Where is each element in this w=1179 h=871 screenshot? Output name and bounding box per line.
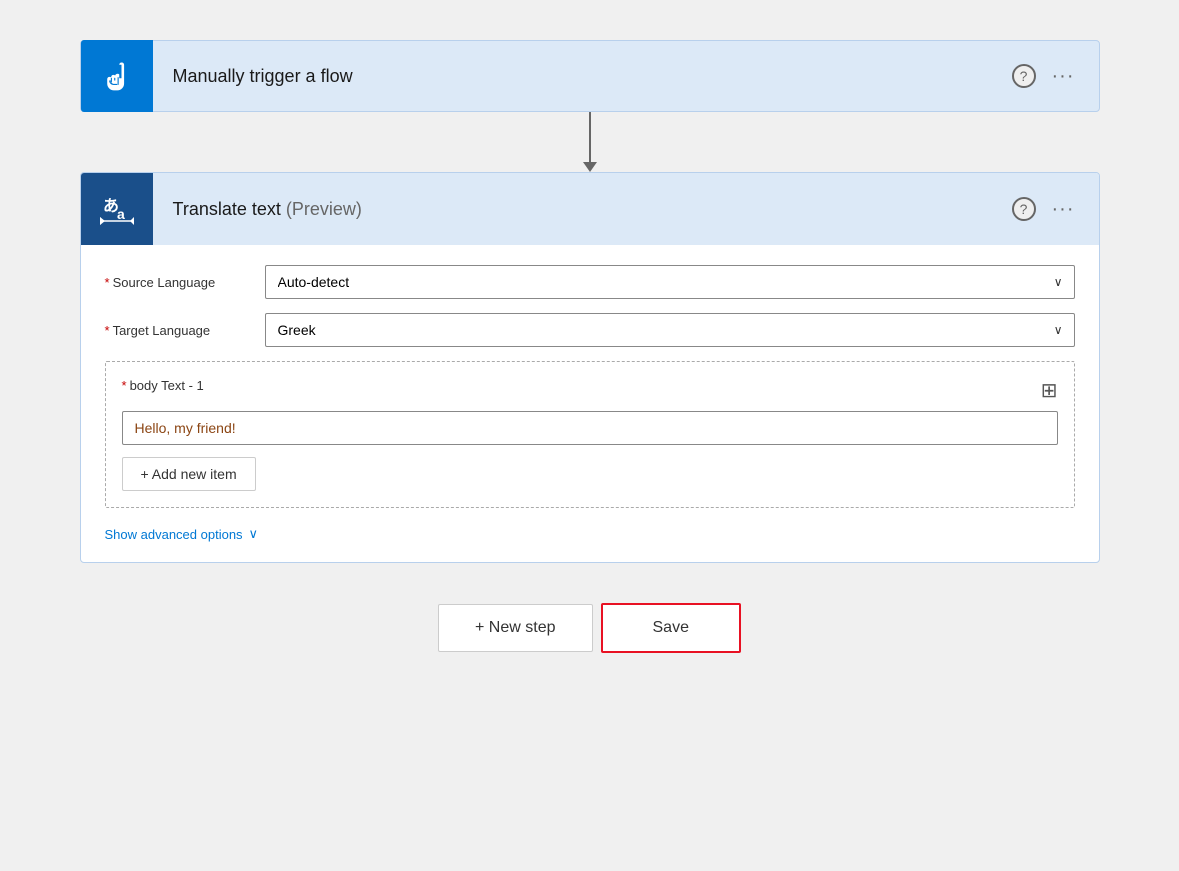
trigger-title: Manually trigger a flow (153, 66, 1012, 87)
translate-help-icon: ? (1020, 201, 1028, 217)
translate-actions: ? ··· (1012, 194, 1099, 225)
translate-more-icon: ··· (1052, 198, 1075, 221)
body-text-header: *body Text - 1 ⊞ (122, 378, 1058, 403)
source-language-label: *Source Language (105, 275, 265, 290)
trigger-icon-container (81, 40, 153, 112)
trigger-help-button[interactable]: ? (1012, 64, 1036, 88)
help-icon: ? (1020, 68, 1028, 84)
source-required-marker: * (105, 275, 110, 290)
source-language-wrapper: Auto-detect ∨ (265, 265, 1075, 299)
body-required-marker: * (122, 378, 127, 393)
translate-more-button[interactable]: ··· (1048, 194, 1079, 225)
translate-icon: あ a (97, 189, 137, 229)
target-language-select[interactable]: Greek (265, 313, 1075, 347)
translate-preview-label: (Preview) (286, 199, 362, 219)
bottom-actions: + New step Save (438, 603, 741, 653)
connector-line (589, 112, 591, 162)
new-step-label: + New step (475, 619, 555, 636)
source-language-row: *Source Language Auto-detect ∨ (105, 265, 1075, 299)
trigger-actions: ? ··· (1012, 61, 1099, 92)
flow-canvas: Manually trigger a flow ? ··· あ a (80, 40, 1100, 653)
source-language-control: Auto-detect ∨ (265, 265, 1075, 299)
body-text-input[interactable] (122, 411, 1058, 445)
chevron-down-icon: ∨ (249, 526, 259, 542)
target-language-control: Greek ∨ (265, 313, 1075, 347)
translate-card-header: あ a Translate text (Preview) ? (81, 173, 1099, 245)
show-advanced-label: Show advanced options (105, 527, 243, 542)
translate-title: Translate text (Preview) (153, 199, 1012, 220)
translate-svg-icon: あ a (97, 189, 137, 229)
trigger-card: Manually trigger a flow ? ··· (80, 40, 1100, 112)
target-required-marker: * (105, 323, 110, 338)
translate-icon-container: あ a (81, 173, 153, 245)
save-button[interactable]: Save (601, 603, 741, 653)
translate-card: あ a Translate text (Preview) ? (80, 172, 1100, 563)
svg-text:a: a (117, 206, 125, 222)
add-item-button[interactable]: + Add new item (122, 457, 256, 491)
target-language-row: *Target Language Greek ∨ (105, 313, 1075, 347)
connector-arrow (583, 162, 597, 172)
trigger-more-button[interactable]: ··· (1048, 61, 1079, 92)
target-language-label: *Target Language (105, 323, 265, 338)
flow-connector (583, 112, 597, 172)
source-language-select[interactable]: Auto-detect (265, 265, 1075, 299)
target-language-wrapper: Greek ∨ (265, 313, 1075, 347)
new-step-button[interactable]: + New step (438, 604, 592, 652)
show-advanced-button[interactable]: Show advanced options ∨ (105, 522, 259, 546)
translate-title-text: Translate text (173, 199, 281, 219)
translate-card-body: *Source Language Auto-detect ∨ *Target L… (81, 245, 1099, 562)
grid-icon[interactable]: ⊞ (1041, 378, 1058, 403)
save-label: Save (653, 619, 689, 636)
body-text-label: *body Text - 1 (122, 378, 204, 393)
translate-help-button[interactable]: ? (1012, 197, 1036, 221)
body-text-section: *body Text - 1 ⊞ + Add new item (105, 361, 1075, 508)
more-icon: ··· (1052, 65, 1075, 88)
trigger-icon (99, 58, 135, 94)
add-item-label: + Add new item (141, 466, 237, 482)
